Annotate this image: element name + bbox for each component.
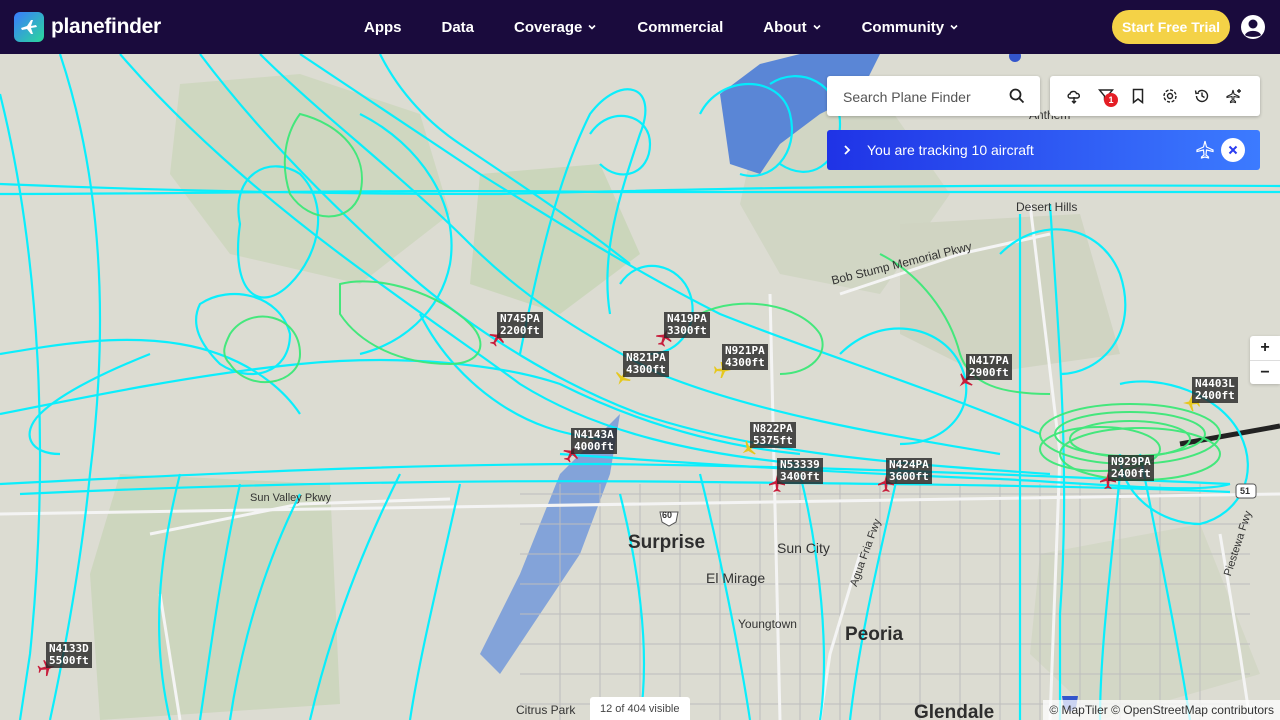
zoom-controls: + − xyxy=(1250,336,1280,384)
zoom-out-button[interactable]: − xyxy=(1250,360,1280,385)
map-toolbar xyxy=(1050,76,1260,116)
place-label-surprise: Surprise xyxy=(628,532,706,553)
aircraft-label: N53339 3400ft xyxy=(777,458,823,484)
aircraft-label: N419PA 3300ft xyxy=(664,312,710,338)
aircraft-altitude: 2200ft xyxy=(500,324,540,337)
aircraft-label: N921PA 4300ft xyxy=(722,344,768,370)
nav-apps[interactable]: Apps xyxy=(364,19,402,36)
nav-label: Apps xyxy=(364,18,402,36)
nav-label: About xyxy=(763,18,807,36)
history-icon[interactable] xyxy=(1194,88,1210,104)
search-box xyxy=(827,76,1040,118)
nav-label: Coverage xyxy=(514,18,583,36)
aircraft-altitude: 4300ft xyxy=(626,363,666,376)
aircraft-add-icon[interactable] xyxy=(1226,88,1242,104)
nav-data[interactable]: Data xyxy=(442,19,475,36)
chevron-down-icon xyxy=(950,24,958,30)
map-attribution[interactable]: © MapTiler © OpenStreetMap contributors xyxy=(1043,700,1280,720)
place-label-desert-hills: Desert Hills xyxy=(1016,200,1078,214)
aircraft-altitude: 5500ft xyxy=(49,654,89,667)
place-label-peoria: Peoria xyxy=(845,624,904,645)
top-navigation-bar: planefinder Apps Data Coverage Commercia… xyxy=(0,0,1280,54)
tracking-bar[interactable]: You are tracking 10 aircraft xyxy=(827,130,1260,170)
aircraft-altitude: 4000ft xyxy=(574,440,614,453)
app-root: planefinder Apps Data Coverage Commercia… xyxy=(0,0,1280,720)
logo-text: planefinder xyxy=(51,15,161,38)
airplane-icon xyxy=(1196,140,1214,159)
aircraft-label: N4133D 5500ft xyxy=(46,642,92,668)
chevron-down-icon xyxy=(813,24,821,30)
place-label-youngtown: Youngtown xyxy=(738,617,797,631)
nav-commercial[interactable]: Commercial xyxy=(637,19,723,36)
aircraft-altitude: 2400ft xyxy=(1195,389,1235,402)
search-icon[interactable] xyxy=(1009,88,1025,104)
tracking-message: You are tracking 10 aircraft xyxy=(867,142,1034,158)
aircraft-label: N4403L 2400ft xyxy=(1192,377,1238,403)
place-label-sun-city: Sun City xyxy=(777,540,830,556)
aircraft-label: N821PA 4300ft xyxy=(623,351,669,377)
close-icon xyxy=(1228,145,1238,155)
plane-logo-icon xyxy=(14,12,44,42)
nav-label: Commercial xyxy=(637,18,724,36)
nav-coverage[interactable]: Coverage xyxy=(514,19,597,36)
main-nav: Apps Data Coverage Commercial About Comm… xyxy=(364,0,959,54)
aircraft-altitude: 3400ft xyxy=(780,470,820,483)
aircraft-altitude: 2400ft xyxy=(1111,467,1151,480)
place-label-el-mirage: El Mirage xyxy=(706,570,766,586)
search-input[interactable] xyxy=(841,76,1005,118)
aircraft-altitude: 2900ft xyxy=(969,366,1009,379)
settings-icon[interactable] xyxy=(1162,88,1178,104)
aircraft-label: N4143A 4000ft xyxy=(571,428,617,454)
visible-aircraft-count: 12 of 404 visible xyxy=(590,697,690,720)
nav-community[interactable]: Community xyxy=(862,19,960,36)
aircraft-label: N745PA 2200ft xyxy=(497,312,543,338)
aircraft-altitude: 4300ft xyxy=(725,356,765,369)
road-label-sun-valley-pkwy: Sun Valley Pkwy xyxy=(250,492,332,504)
nav-label: Data xyxy=(441,18,475,36)
bookmark-icon[interactable] xyxy=(1130,88,1146,104)
highway-51-label: 51 xyxy=(1240,486,1251,496)
chevron-right-icon[interactable] xyxy=(841,143,853,157)
aircraft-altitude: 3600ft xyxy=(889,470,929,483)
close-tracking-button[interactable] xyxy=(1221,138,1245,162)
aircraft-label: N424PA 3600ft xyxy=(886,458,932,484)
weather-icon[interactable] xyxy=(1066,88,1082,104)
start-free-trial-button[interactable]: Start Free Trial xyxy=(1112,10,1230,44)
aircraft-altitude: 5375ft xyxy=(753,434,793,447)
chevron-down-icon xyxy=(588,24,596,30)
planefinder-logo[interactable]: planefinder xyxy=(14,12,161,42)
place-label-citrus-park: Citrus Park xyxy=(516,703,576,717)
aircraft-altitude: 3300ft xyxy=(667,324,707,337)
aircraft-label: N929PA 2400ft xyxy=(1108,455,1154,481)
filter-count-badge: 1 xyxy=(1104,93,1118,107)
place-label-glendale: Glendale xyxy=(914,702,995,720)
aircraft-label: N417PA 2900ft xyxy=(966,354,1012,380)
highway-60-label: 60 xyxy=(662,510,673,520)
nav-about[interactable]: About xyxy=(763,19,821,36)
nav-label: Community xyxy=(861,18,945,36)
zoom-in-button[interactable]: + xyxy=(1250,336,1280,360)
aircraft-label: N822PA 5375ft xyxy=(750,422,796,448)
account-icon[interactable] xyxy=(1240,14,1266,40)
